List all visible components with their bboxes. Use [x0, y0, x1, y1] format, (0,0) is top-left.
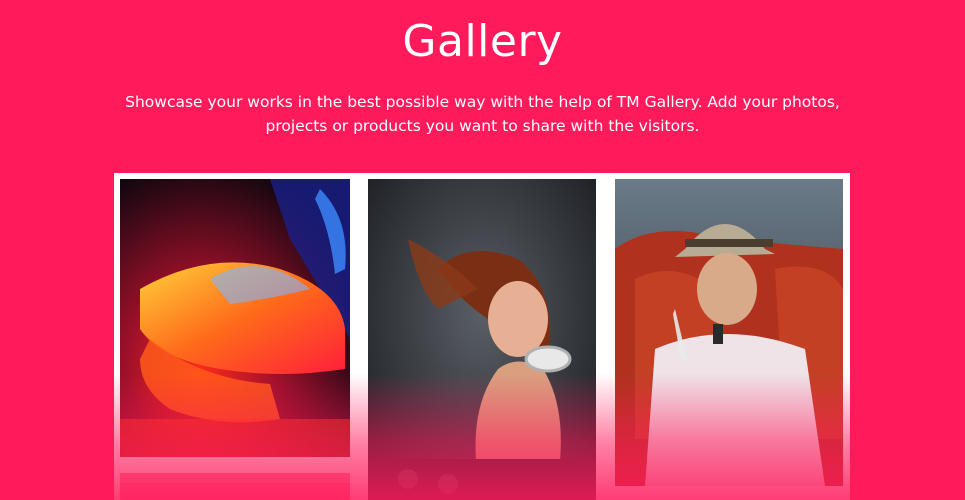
dj-image: [368, 179, 596, 500]
gallery-item-dj[interactable]: [368, 179, 596, 500]
partial-image: [120, 473, 350, 500]
page-title: Gallery: [402, 16, 563, 67]
gallery-grid: [114, 173, 850, 500]
gallery-section: Gallery Showcase your works in the best …: [0, 0, 965, 500]
man-image: [615, 179, 843, 486]
gallery-item-shoe[interactable]: [120, 179, 350, 457]
gallery-item-man[interactable]: [615, 179, 843, 486]
gallery-item-partial[interactable]: [120, 473, 350, 500]
page-description: Showcase your works in the best possible…: [125, 93, 840, 135]
shoe-image: [120, 179, 350, 457]
